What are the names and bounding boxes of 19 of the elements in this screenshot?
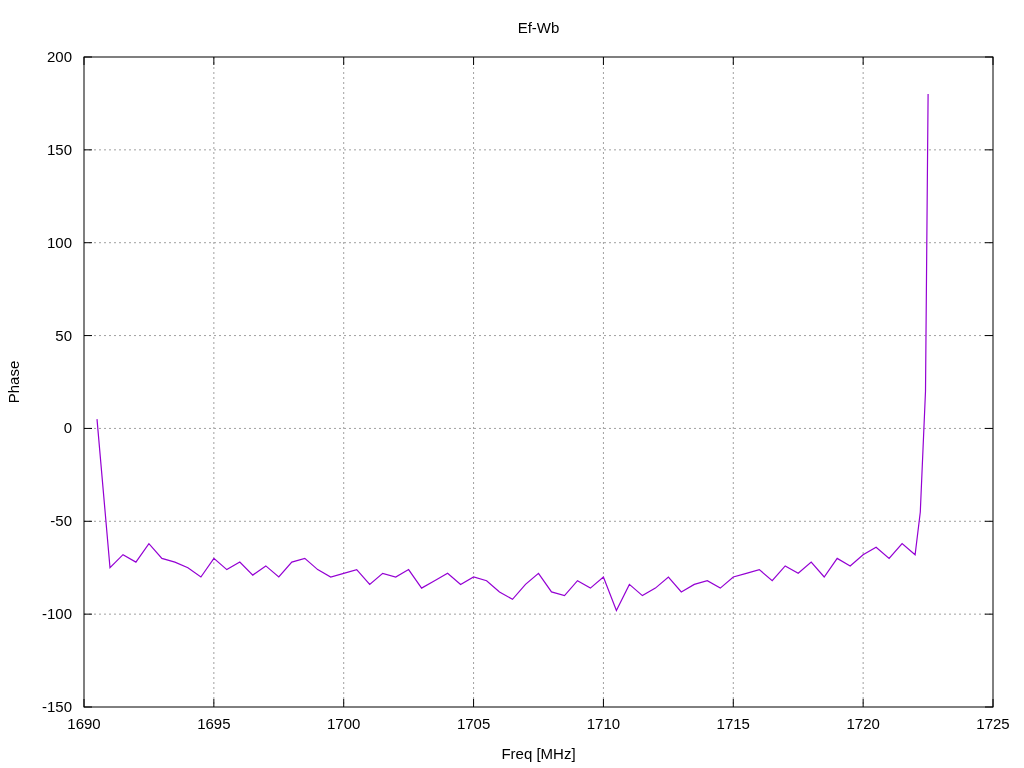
x-tick-label: 1710 xyxy=(586,715,621,732)
x-tick-label: 1725 xyxy=(976,715,1010,732)
x-tick-label: 1700 xyxy=(327,715,361,732)
y-tick-label: 100 xyxy=(46,233,72,251)
y-tick-label: 200 xyxy=(46,48,72,65)
y-tick-label: 50 xyxy=(55,326,72,344)
x-tick-label: 1715 xyxy=(716,715,750,732)
y-axis-label: Phase xyxy=(5,360,22,404)
x-tick-label: 1705 xyxy=(456,715,491,732)
y-tick-label: 0 xyxy=(63,419,72,437)
y-tick-label: -150 xyxy=(41,698,72,715)
y-tick-label: -50 xyxy=(50,512,72,530)
chart-title: Ef-Wb xyxy=(517,19,560,36)
x-tick-label: 1690 xyxy=(67,715,101,732)
y-tick-label: 150 xyxy=(46,140,72,158)
x-tick-label: 1720 xyxy=(846,715,880,732)
x-tick-label: 1695 xyxy=(197,715,231,732)
y-tick-label: -100 xyxy=(41,605,72,623)
x-axis-label: Freq [MHz] xyxy=(501,745,576,762)
